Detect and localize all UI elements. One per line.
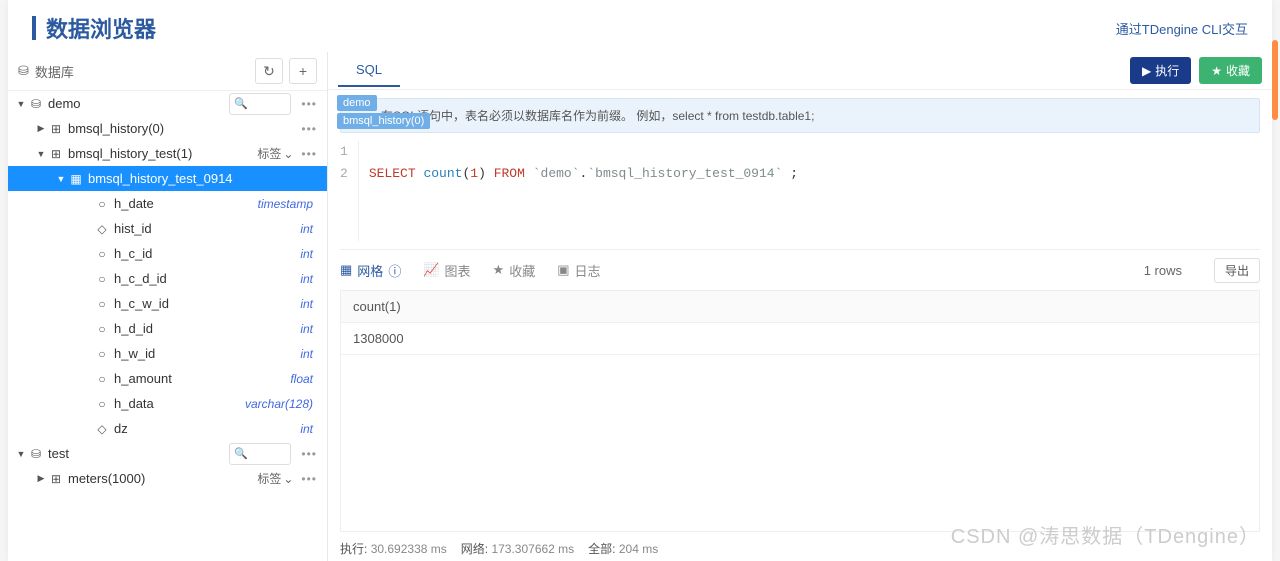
sidebar-label: 数据库 [35, 62, 74, 81]
chip-db[interactable]: demo [337, 95, 377, 111]
tag-dropdown[interactable]: 标签⌄ [257, 145, 293, 162]
cli-link[interactable]: 通过TDengine CLI交互 [1116, 19, 1248, 38]
tab-sql[interactable]: SQL [338, 54, 400, 87]
grid-header: count(1) [341, 291, 1259, 323]
chip-table[interactable]: bmsql_history(0) [337, 113, 430, 129]
more-icon[interactable]: ••• [297, 147, 321, 161]
column-node[interactable]: ○h_w_idint [8, 341, 327, 366]
tag-dropdown[interactable]: 标签⌄ [257, 470, 293, 487]
column-icon: ◇ [94, 221, 110, 237]
favorite-button[interactable]: ★收藏 [1199, 57, 1262, 84]
add-button[interactable]: + [289, 58, 317, 84]
column-icon: ○ [94, 246, 110, 262]
column-icon: ○ [94, 271, 110, 287]
db-tree: ▼ ⛁ demo 🔍 ••• ▶ ⊞ bmsql_history(0) ••• … [8, 91, 327, 561]
play-icon: ▶ [1142, 64, 1151, 78]
table-icon: ▦ [68, 171, 84, 187]
table-node[interactable]: ▶ ⊞ meters(1000) 标签⌄ ••• [8, 466, 327, 491]
star-icon: ★ [1211, 64, 1222, 78]
database-icon: ⛁ [28, 96, 44, 112]
db-node-test[interactable]: ▼ ⛁ test 🔍 ••• [8, 441, 327, 466]
table-node[interactable]: ▼ ⊞ bmsql_history_test(1) 标签⌄ ••• [8, 141, 327, 166]
column-icon: ○ [94, 321, 110, 337]
column-node[interactable]: ○h_amountfloat [8, 366, 327, 391]
table-icon: ⊞ [48, 471, 64, 487]
column-icon: ○ [94, 196, 110, 212]
column-icon: ○ [94, 396, 110, 412]
search-input[interactable]: 🔍 [229, 443, 291, 465]
rows-count: 1 rows [1144, 263, 1182, 278]
caret-down-icon: ▼ [34, 149, 48, 159]
tab-favorite[interactable]: ★收藏 [493, 261, 536, 280]
refresh-button[interactable]: ↻ [255, 58, 283, 84]
column-node[interactable]: ○h_datetimestamp [8, 191, 327, 216]
sql-hint: demo bmsql_history(0) 在SQL语句中，表名必须以数据库名作… [340, 98, 1260, 133]
column-node[interactable]: ○h_d_idint [8, 316, 327, 341]
column-node[interactable]: ○h_c_d_idint [8, 266, 327, 291]
column-node[interactable]: ○h_c_w_idint [8, 291, 327, 316]
chart-icon: 📈 [423, 262, 439, 278]
column-node[interactable]: ◇hist_idint [8, 216, 327, 241]
scroll-indicator [1272, 40, 1278, 120]
caret-right-icon: ▶ [34, 473, 48, 484]
status-bar: 执行: 30.692338 ms 网络: 173.307662 ms 全部: 2… [340, 532, 1260, 561]
tab-chart[interactable]: 📈图表 [423, 261, 470, 280]
database-icon: ⛁ [18, 63, 29, 79]
database-icon: ⛁ [28, 446, 44, 462]
table-node[interactable]: ▶ ⊞ bmsql_history(0) ••• [8, 116, 327, 141]
column-node[interactable]: ○h_c_idint [8, 241, 327, 266]
table-icon: ⊞ [48, 146, 64, 162]
column-icon: ○ [94, 346, 110, 362]
sidebar: ⛁ 数据库 ↻ + ▼ ⛁ demo 🔍 ••• ▶ ⊞ bmsql_histo… [8, 52, 328, 561]
more-icon[interactable]: ••• [297, 447, 321, 461]
star-icon: ★ [493, 262, 505, 278]
more-icon[interactable]: ••• [297, 122, 321, 136]
table-node-selected[interactable]: ▼ ▦ bmsql_history_test_0914 [8, 166, 327, 191]
tab-grid[interactable]: ▦网格ⓘ [340, 261, 401, 280]
caret-right-icon: ▶ [34, 123, 48, 134]
column-icon: ◇ [94, 421, 110, 437]
title-accent [32, 16, 36, 40]
column-icon: ○ [94, 296, 110, 312]
caret-down-icon: ▼ [54, 174, 68, 184]
more-icon[interactable]: ••• [297, 97, 321, 111]
tab-log[interactable]: ▣日志 [557, 261, 600, 280]
result-grid[interactable]: count(1) 1308000 [340, 290, 1260, 532]
page-title: 数据浏览器 [46, 12, 156, 44]
column-node[interactable]: ◇dzint [8, 416, 327, 441]
db-node-demo[interactable]: ▼ ⛁ demo 🔍 ••• [8, 91, 327, 116]
sql-editor[interactable]: 12 SELECT count(1) FROM `demo`.`bmsql_hi… [340, 141, 1260, 241]
table-icon: ⊞ [48, 121, 64, 137]
more-icon[interactable]: ••• [297, 472, 321, 486]
log-icon: ▣ [557, 262, 569, 278]
caret-down-icon: ▼ [14, 449, 28, 459]
column-node[interactable]: ○h_datavarchar(128) [8, 391, 327, 416]
search-input[interactable]: 🔍 [229, 93, 291, 115]
export-button[interactable]: 导出 [1214, 258, 1260, 283]
run-button[interactable]: ▶执行 [1130, 57, 1191, 84]
caret-down-icon: ▼ [14, 99, 28, 109]
grid-icon: ▦ [340, 262, 352, 278]
column-icon: ○ [94, 371, 110, 387]
grid-row: 1308000 [341, 323, 1259, 355]
